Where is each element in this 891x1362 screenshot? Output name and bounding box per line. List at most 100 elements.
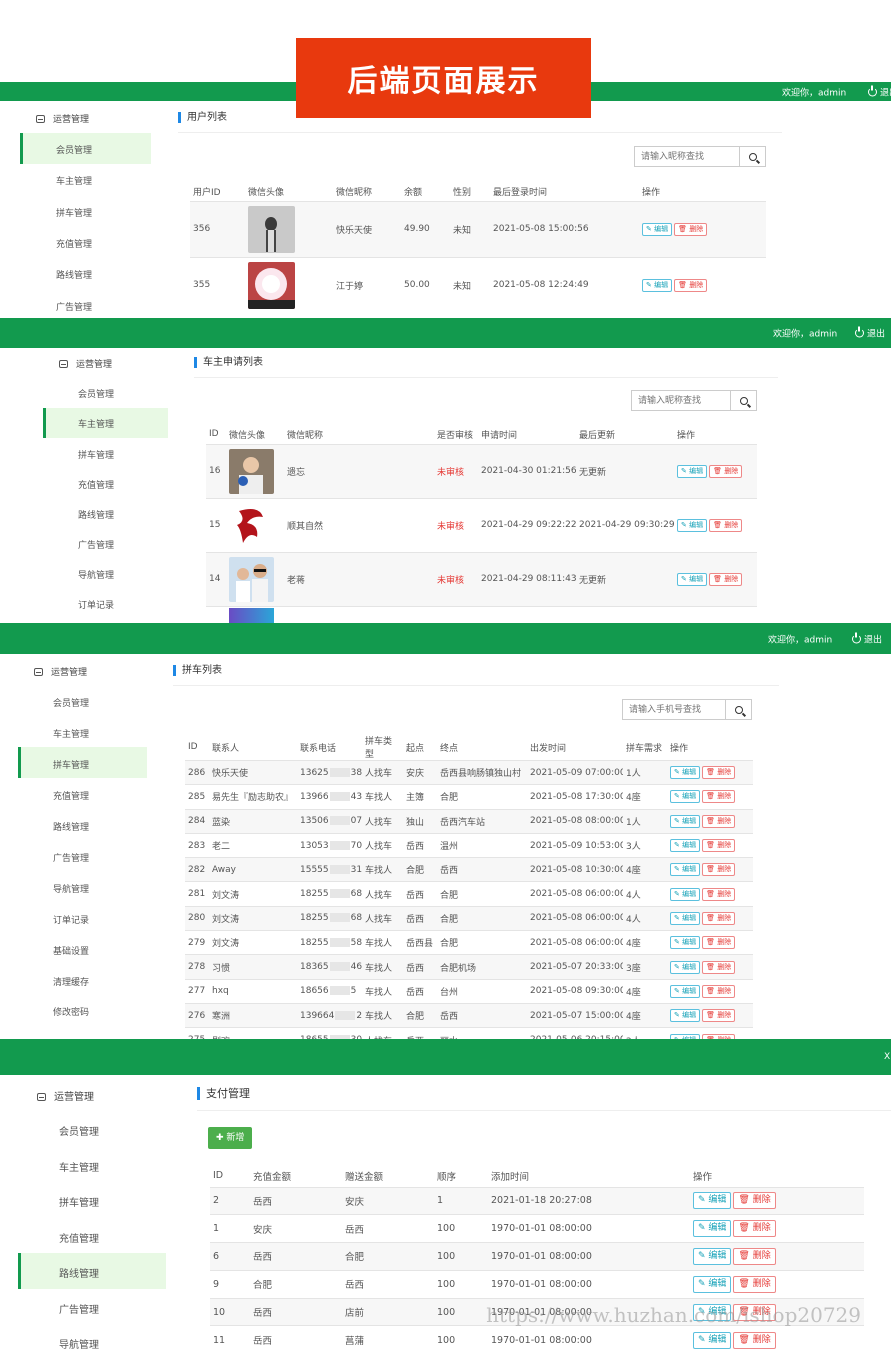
delete-button[interactable]: 🗑 删除 (702, 790, 736, 804)
delete-button[interactable]: 🗑 删除 (709, 572, 743, 586)
sidebar-item-ads[interactable]: 广告管理 (56, 300, 92, 313)
sidebar-item-nav[interactable]: 导航管理 (78, 568, 114, 581)
sidebar-item-carpool[interactable]: 拼车管理 (53, 758, 89, 771)
edit-button[interactable]: ✎ 编辑 (670, 839, 701, 853)
search-input[interactable] (623, 700, 725, 719)
table-row: 9 合肥 岳西 100 1970-01-01 08:00:00 ✎ 编辑 🗑 删除 (210, 1270, 864, 1298)
sidebar-item-ads[interactable]: 广告管理 (59, 1301, 99, 1316)
welcome-text: 欢迎你，admin (782, 88, 847, 98)
sidebar-item-orders[interactable]: 订单记录 (78, 598, 114, 611)
col-header: 微信头像 (248, 187, 285, 198)
sidebar-item-members[interactable]: 会员管理 (56, 143, 92, 156)
table-row: 278 习惯 18365 46 车找人 岳西 合肥机场 2021-05-07 20:33:00… (185, 954, 753, 980)
delete-button[interactable]: 🗑 删除 (674, 278, 708, 292)
sidebar-item-change-password[interactable]: 修改密码 (53, 1005, 89, 1018)
edit-button[interactable]: ✎ 编辑 (693, 1331, 732, 1349)
edit-button[interactable]: ✎ 编辑 (670, 863, 701, 877)
menu-group-operations[interactable]: 运营管理 (37, 1088, 94, 1103)
search-input[interactable] (635, 147, 739, 166)
sidebar-item-owners[interactable]: 车主管理 (59, 1159, 99, 1174)
sidebar-item-recharge[interactable]: 充值管理 (78, 478, 114, 491)
welcome-text: 欢迎你，admin (773, 329, 838, 340)
menu-group-icon (34, 668, 43, 676)
edit-button[interactable]: ✎ 编辑 (677, 464, 708, 478)
sidebar-item-routes[interactable]: 路线管理 (59, 1265, 99, 1280)
menu-group-operations[interactable]: 运营管理 (36, 112, 89, 125)
delete-button[interactable]: 🗑 删除 (733, 1331, 776, 1349)
col-header: 终点 (440, 743, 459, 754)
edit-button[interactable]: ✎ 编辑 (670, 936, 701, 950)
delete-button[interactable]: 🗑 删除 (733, 1220, 776, 1238)
delete-button[interactable]: 🗑 删除 (702, 814, 736, 828)
delete-button[interactable]: 🗑 删除 (702, 863, 736, 877)
edit-button[interactable]: ✎ 编辑 (670, 790, 701, 804)
logout-button[interactable]: 退出 (855, 326, 885, 340)
sidebar-item-routes[interactable]: 路线管理 (56, 268, 92, 281)
sidebar-item-owners[interactable]: 车主管理 (78, 417, 114, 430)
sidebar-item-members[interactable]: 会员管理 (53, 696, 89, 709)
sidebar-item-orders[interactable]: 订单记录 (53, 913, 89, 926)
menu-group-operations[interactable]: 运营管理 (59, 357, 112, 370)
sidebar-item-members[interactable]: 会员管理 (78, 387, 114, 400)
sidebar-item-recharge[interactable]: 充值管理 (53, 789, 89, 802)
table-row: 279 刘文涛 18255 58 车找人 岳西县 合肥 2021-05-08 06:00:00… (185, 930, 753, 955)
edit-button[interactable]: ✎ 编辑 (670, 1009, 701, 1023)
sidebar-item-routes[interactable]: 路线管理 (78, 508, 114, 521)
sidebar-item-members[interactable]: 会员管理 (59, 1123, 99, 1138)
delete-button[interactable]: 🗑 删除 (702, 887, 736, 901)
delete-button[interactable]: 🗑 删除 (733, 1192, 776, 1210)
delete-button[interactable]: 🗑 删除 (702, 839, 736, 853)
table-row: 284 蓝染 13506 07 人找车 独山 岳西汽车站 2021-05-08 08:00:0… (185, 809, 753, 834)
sidebar-item-owners[interactable]: 车主管理 (53, 727, 89, 740)
sidebar-item-nav[interactable]: 导航管理 (59, 1336, 99, 1351)
edit-button[interactable]: ✎ 编辑 (670, 766, 701, 780)
delete-button[interactable]: 🗑 删除 (702, 766, 736, 780)
edit-button[interactable]: ✎ 编辑 (677, 572, 708, 586)
search-input[interactable] (632, 391, 730, 410)
table-row: 286 快乐天使 13625 38 人找车 安庆 岳西县响肠镇独山村 2021-05-09 0… (185, 760, 753, 785)
logout-button[interactable]: 退出 (868, 85, 891, 98)
sidebar-item-owners[interactable]: 车主管理 (56, 174, 92, 187)
search-button[interactable] (739, 147, 765, 166)
delete-button[interactable]: 🗑 删除 (709, 518, 743, 532)
menu-group-operations[interactable]: 运营管理 (34, 665, 87, 678)
delete-button[interactable]: 🗑 删除 (702, 936, 736, 950)
sidebar-item-carpool[interactable]: 拼车管理 (59, 1194, 99, 1209)
edit-button[interactable]: ✎ 编辑 (670, 814, 701, 828)
edit-button[interactable]: ✎ 编辑 (642, 278, 673, 292)
delete-button[interactable]: 🗑 删除 (733, 1247, 776, 1265)
edit-button[interactable]: ✎ 编辑 (670, 984, 701, 998)
delete-button[interactable]: 🗑 删除 (702, 911, 736, 925)
sidebar-item-clear-cache[interactable]: 清理缓存 (53, 975, 89, 988)
edit-button[interactable]: ✎ 编辑 (670, 911, 701, 925)
edit-button[interactable]: ✎ 编辑 (670, 887, 701, 901)
sidebar-item-carpool[interactable]: 拼车管理 (78, 448, 114, 461)
search-button[interactable] (725, 700, 751, 719)
edit-button[interactable]: ✎ 编辑 (693, 1192, 732, 1210)
sidebar-item-nav[interactable]: 导航管理 (53, 882, 89, 895)
delete-button[interactable]: 🗑 删除 (733, 1275, 776, 1293)
edit-button[interactable]: ✎ 编辑 (670, 960, 701, 974)
delete-button[interactable]: 🗑 删除 (702, 1009, 736, 1023)
edit-button[interactable]: ✎ 编辑 (693, 1247, 732, 1265)
edit-button[interactable]: ✎ 编辑 (677, 518, 708, 532)
search-button[interactable] (730, 391, 756, 410)
col-header: 拼车需求 (626, 743, 663, 754)
sidebar-item-ads[interactable]: 广告管理 (78, 538, 114, 551)
sidebar-item-recharge[interactable]: 充值管理 (59, 1230, 99, 1245)
sidebar-item-recharge[interactable]: 充值管理 (56, 237, 92, 250)
sidebar-item-ads[interactable]: 广告管理 (53, 851, 89, 864)
edit-button[interactable]: ✎ 编辑 (693, 1275, 732, 1293)
sidebar-item-settings[interactable]: 基础设置 (53, 944, 89, 957)
delete-button[interactable]: 🗑 删除 (702, 960, 736, 974)
phone-cell: 13053 70 (300, 840, 362, 851)
logout-button[interactable]: 退出 (852, 632, 882, 645)
add-button[interactable]: ✚ 新增 (208, 1127, 253, 1149)
edit-button[interactable]: ✎ 编辑 (642, 222, 673, 236)
delete-button[interactable]: 🗑 删除 (709, 464, 743, 478)
edit-button[interactable]: ✎ 编辑 (693, 1220, 732, 1238)
delete-button[interactable]: 🗑 删除 (674, 222, 708, 236)
sidebar-item-carpool[interactable]: 拼车管理 (56, 206, 92, 219)
delete-button[interactable]: 🗑 删除 (702, 984, 736, 998)
sidebar-item-routes[interactable]: 路线管理 (53, 820, 89, 833)
